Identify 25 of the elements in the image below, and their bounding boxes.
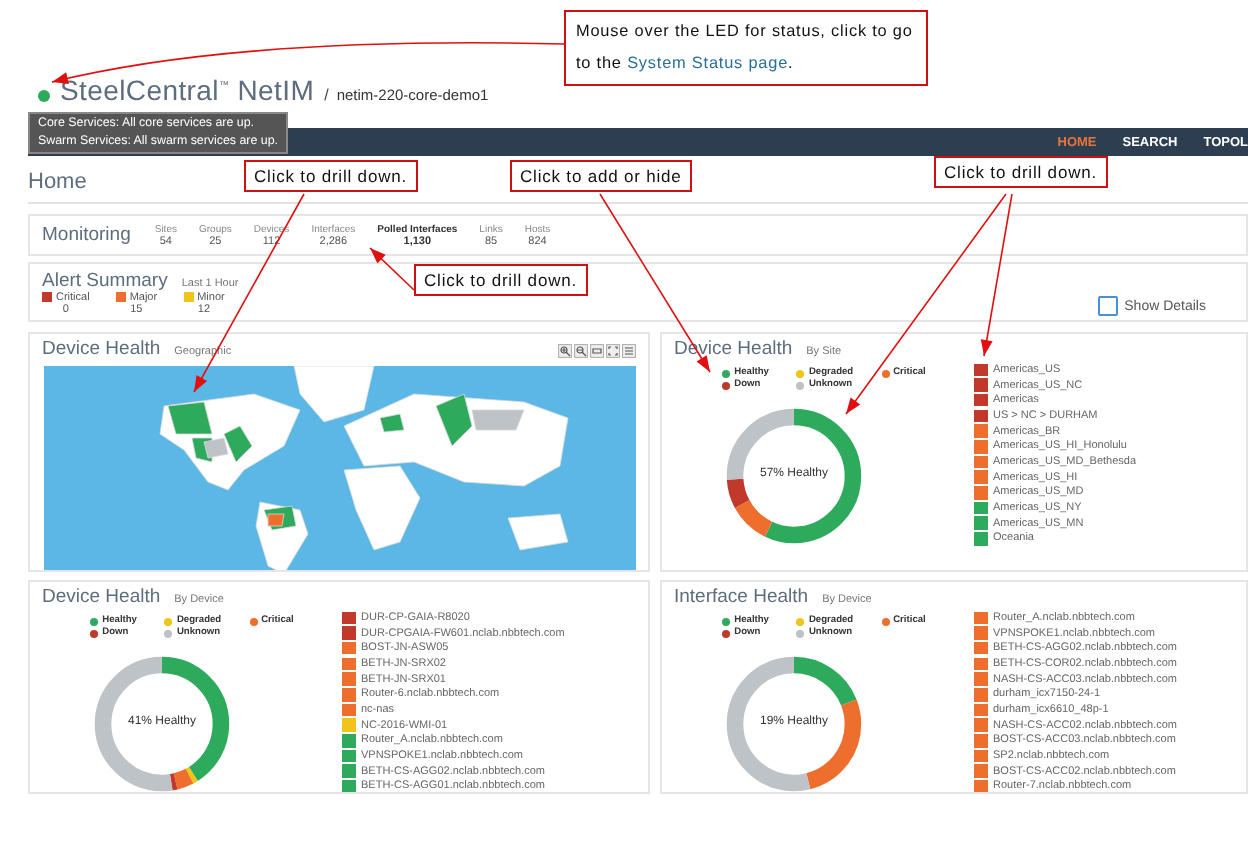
panel-title: Monitoring — [42, 224, 131, 246]
menu-icon[interactable] — [622, 344, 636, 358]
show-details-checkbox[interactable] — [1098, 296, 1119, 316]
annotation-arrow — [369, 247, 415, 291]
status-led-icon[interactable] — [38, 90, 50, 102]
panel-title: Device Health — [42, 586, 161, 608]
callout-note: Click to drill down. — [244, 160, 417, 192]
frame-icon[interactable] — [590, 344, 604, 358]
zoom-out-icon[interactable] — [574, 344, 588, 358]
donut-chart — [724, 406, 864, 546]
breadcrumb-separator: / — [324, 86, 329, 104]
product-name: SteelCentral$^{™}$ NetIM — [60, 74, 315, 106]
page-title: Home — [28, 168, 87, 198]
callout-note: Mouse over the LED for status, click to go to the System Status page. — [564, 10, 928, 86]
system-status-link[interactable]: System Status page — [627, 54, 789, 72]
donut-chart — [724, 654, 864, 792]
expand-icon[interactable] — [606, 344, 620, 358]
callout-note: Click to drill down. — [934, 156, 1107, 188]
callout-note: Click to add or hide — [510, 160, 692, 192]
panel-title: Interface Health — [674, 586, 809, 608]
callout-note: Click to drill down. — [414, 264, 587, 296]
panel-title: Device Health — [42, 338, 161, 360]
zoom-in-icon[interactable] — [558, 344, 572, 358]
panel-title: Alert Summary — [42, 269, 168, 291]
donut-chart — [92, 654, 232, 792]
